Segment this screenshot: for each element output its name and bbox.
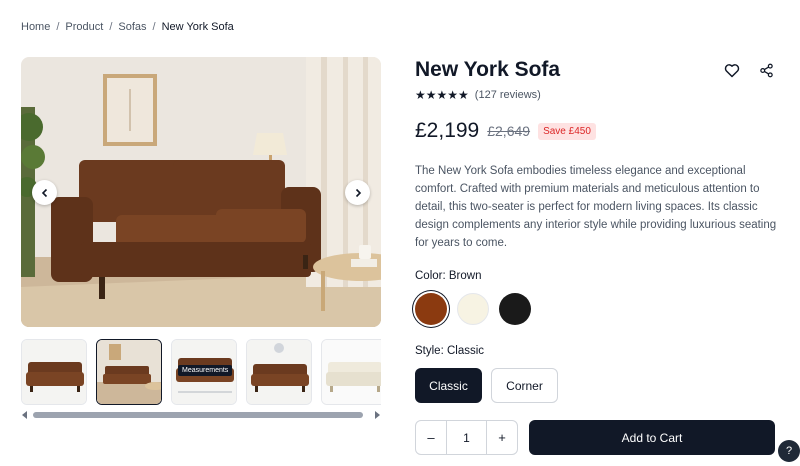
thumbnail-cream-variant[interactable]: [321, 339, 381, 405]
quantity-decrease-button[interactable]: –: [416, 421, 446, 454]
quantity-value[interactable]: 1: [446, 421, 487, 454]
check-icon: [274, 343, 284, 353]
scrollbar-thumb[interactable]: [33, 412, 363, 418]
quantity-increase-button[interactable]: +: [487, 421, 517, 454]
breadcrumb-separator: /: [56, 21, 60, 33]
thumbnail-angle-view[interactable]: [246, 339, 312, 405]
scroll-right-arrow-icon[interactable]: [373, 410, 381, 420]
product-title: New York Sofa: [415, 58, 561, 81]
thumbnail-strip: Measurements: [21, 339, 381, 405]
add-to-cart-button[interactable]: Add to Cart: [529, 420, 775, 455]
breadcrumb: Home / Product / Sofas / New York Sofa: [21, 21, 234, 33]
next-image-button[interactable]: [345, 180, 370, 205]
style-option-classic[interactable]: Classic: [415, 368, 482, 403]
chevron-left-icon: [41, 188, 47, 197]
wishlist-button[interactable]: [722, 60, 742, 80]
color-label: Color: Brown: [415, 270, 482, 282]
breadcrumb-home[interactable]: Home: [21, 21, 50, 33]
chevron-right-icon: [355, 188, 361, 197]
breadcrumb-sofas[interactable]: Sofas: [118, 21, 146, 33]
review-count-link[interactable]: (127 reviews): [475, 89, 541, 101]
product-description: The New York Sofa embodies timeless eleg…: [415, 165, 777, 249]
main-product-image: [21, 57, 381, 327]
previous-image-button[interactable]: [32, 180, 57, 205]
share-button[interactable]: [756, 60, 776, 80]
thumbnail-front-view[interactable]: [21, 339, 87, 405]
breadcrumb-separator: /: [152, 21, 156, 33]
price-row: £2,199 £2,649 Save £450: [415, 119, 596, 143]
thumbnail-scrollbar[interactable]: [21, 410, 381, 420]
rating: ★★★★★ (127 reviews): [415, 88, 541, 102]
product-actions: [722, 60, 776, 80]
color-swatch-cream[interactable]: [457, 293, 489, 325]
style-label: Style: Classic: [415, 345, 485, 357]
cream-sofa-thumbnail-image: [322, 340, 381, 404]
style-options: Classic Corner: [415, 368, 558, 403]
breadcrumb-current: New York Sofa: [161, 21, 234, 33]
quantity-stepper: – 1 +: [415, 420, 518, 455]
measurements-badge: Measurements: [178, 365, 233, 376]
room-thumbnail-image: [97, 340, 161, 404]
thumbnail-room-view[interactable]: [96, 339, 162, 405]
savings-badge: Save £450: [538, 122, 596, 140]
sofa-room-illustration: [21, 57, 381, 327]
style-option-corner[interactable]: Corner: [491, 368, 558, 403]
current-price: £2,199: [415, 119, 480, 142]
breadcrumb-product[interactable]: Product: [65, 21, 103, 33]
color-swatch-black[interactable]: [499, 293, 531, 325]
star-rating-icon: ★★★★★: [415, 88, 469, 102]
scroll-left-arrow-icon[interactable]: [21, 410, 29, 420]
color-swatch-brown[interactable]: [415, 293, 447, 325]
help-button[interactable]: ?: [778, 440, 800, 462]
sofa-thumbnail-image: [22, 340, 86, 404]
breadcrumb-separator: /: [109, 21, 113, 33]
original-price: £2,649: [487, 123, 531, 139]
heart-icon: [724, 63, 740, 77]
thumbnail-measurements[interactable]: Measurements: [171, 339, 237, 405]
share-icon: [759, 63, 773, 77]
color-swatches: [415, 293, 531, 325]
